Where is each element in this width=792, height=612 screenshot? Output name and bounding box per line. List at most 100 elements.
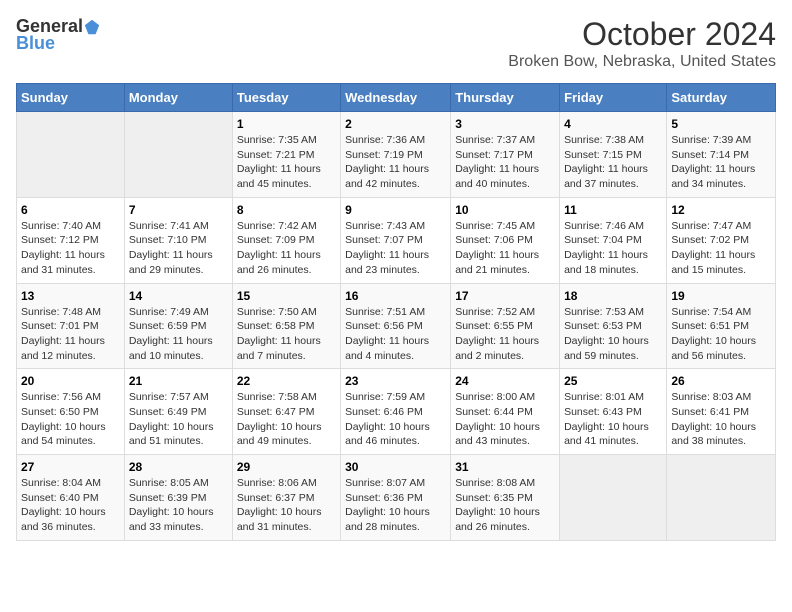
day-number: 31	[455, 460, 555, 474]
day-number: 19	[671, 289, 771, 303]
header-thursday: Thursday	[451, 84, 560, 112]
calendar-cell: 6 Sunrise: 7:40 AMSunset: 7:12 PMDaylight…	[17, 197, 125, 283]
day-number: 2	[345, 117, 446, 131]
day-number: 13	[21, 289, 120, 303]
calendar-cell: 18 Sunrise: 7:53 AMSunset: 6:53 PMDayligh…	[560, 283, 667, 369]
header-saturday: Saturday	[667, 84, 776, 112]
day-info: Sunrise: 7:47 AMSunset: 7:02 PMDaylight:…	[671, 219, 771, 278]
calendar-cell: 9Sunrise: 7:43 AMSunset: 7:07 PMDaylight…	[341, 197, 451, 283]
day-number: 30	[345, 460, 446, 474]
header-wednesday: Wednesday	[341, 84, 451, 112]
logo: General Blue	[16, 16, 101, 54]
calendar-cell: 23 Sunrise: 7:59 AMSunset: 6:46 PMDayligh…	[341, 369, 451, 455]
day-info: Sunrise: 7:37 AMSunset: 7:17 PMDaylight:…	[455, 133, 555, 192]
title-section: October 2024 Broken Bow, Nebraska, Unite…	[508, 16, 776, 71]
day-info: Sunrise: 7:39 AMSunset: 7:14 PMDaylight:…	[671, 133, 771, 192]
day-info: Sunrise: 8:00 AMSunset: 6:44 PMDaylight:…	[455, 390, 555, 449]
calendar-cell: 2Sunrise: 7:36 AMSunset: 7:19 PMDaylight…	[341, 112, 451, 198]
header-friday: Friday	[560, 84, 667, 112]
day-info: Sunrise: 7:49 AMSunset: 6:59 PMDaylight:…	[129, 305, 228, 364]
calendar-cell: 28Sunrise: 8:05 AMSunset: 6:39 PMDayligh…	[124, 455, 232, 541]
calendar-cell: 10 Sunrise: 7:45 AMSunset: 7:06 PMDayligh…	[451, 197, 560, 283]
calendar-cell: 13 Sunrise: 7:48 AMSunset: 7:01 PMDayligh…	[17, 283, 125, 369]
calendar-cell	[560, 455, 667, 541]
calendar-cell: 8 Sunrise: 7:42 AMSunset: 7:09 PMDaylight…	[232, 197, 340, 283]
week-row-4: 27 Sunrise: 8:04 AMSunset: 6:40 PMDayligh…	[17, 455, 776, 541]
day-info: Sunrise: 8:01 AMSunset: 6:43 PMDaylight:…	[564, 390, 662, 449]
day-number: 15	[237, 289, 336, 303]
subtitle: Broken Bow, Nebraska, United States	[508, 53, 776, 71]
day-info: Sunrise: 7:53 AMSunset: 6:53 PMDaylight:…	[564, 305, 662, 364]
day-number: 18	[564, 289, 662, 303]
calendar-cell: 19 Sunrise: 7:54 AMSunset: 6:51 PMDayligh…	[667, 283, 776, 369]
logo-blue-text: Blue	[16, 33, 55, 54]
calendar-cell: 30 Sunrise: 8:07 AMSunset: 6:36 PMDayligh…	[341, 455, 451, 541]
calendar-cell: 14 Sunrise: 7:49 AMSunset: 6:59 PMDayligh…	[124, 283, 232, 369]
header-row: SundayMondayTuesdayWednesdayThursdayFrid…	[17, 84, 776, 112]
day-number: 6	[21, 203, 120, 217]
header-sunday: Sunday	[17, 84, 125, 112]
day-info: Sunrise: 8:06 AMSunset: 6:37 PMDaylight:…	[237, 476, 336, 535]
day-info: Sunrise: 7:54 AMSunset: 6:51 PMDaylight:…	[671, 305, 771, 364]
day-info: Sunrise: 7:43 AMSunset: 7:07 PMDaylight:…	[345, 219, 446, 278]
day-number: 10	[455, 203, 555, 217]
day-info: Sunrise: 8:04 AMSunset: 6:40 PMDaylight:…	[21, 476, 120, 535]
calendar-cell	[124, 112, 232, 198]
day-info: Sunrise: 7:50 AMSunset: 6:58 PMDaylight:…	[237, 305, 336, 364]
day-number: 1	[237, 117, 336, 131]
calendar-header: SundayMondayTuesdayWednesdayThursdayFrid…	[17, 84, 776, 112]
logo-flag-icon	[83, 18, 101, 36]
day-number: 3	[455, 117, 555, 131]
day-number: 20	[21, 374, 120, 388]
day-number: 27	[21, 460, 120, 474]
day-info: Sunrise: 7:42 AMSunset: 7:09 PMDaylight:…	[237, 219, 336, 278]
day-number: 12	[671, 203, 771, 217]
calendar-cell: 16 Sunrise: 7:51 AMSunset: 6:56 PMDayligh…	[341, 283, 451, 369]
day-info: Sunrise: 8:07 AMSunset: 6:36 PMDaylight:…	[345, 476, 446, 535]
day-number: 4	[564, 117, 662, 131]
day-info: Sunrise: 7:41 AMSunset: 7:10 PMDaylight:…	[129, 219, 228, 278]
day-info: Sunrise: 7:38 AMSunset: 7:15 PMDaylight:…	[564, 133, 662, 192]
calendar-cell: 17 Sunrise: 7:52 AMSunset: 6:55 PMDayligh…	[451, 283, 560, 369]
day-info: Sunrise: 7:46 AMSunset: 7:04 PMDaylight:…	[564, 219, 662, 278]
day-number: 22	[237, 374, 336, 388]
day-info: Sunrise: 7:52 AMSunset: 6:55 PMDaylight:…	[455, 305, 555, 364]
day-number: 16	[345, 289, 446, 303]
calendar-cell: 15 Sunrise: 7:50 AMSunset: 6:58 PMDayligh…	[232, 283, 340, 369]
day-number: 29	[237, 460, 336, 474]
calendar-cell: 21Sunrise: 7:57 AMSunset: 6:49 PMDayligh…	[124, 369, 232, 455]
calendar-cell: 12 Sunrise: 7:47 AMSunset: 7:02 PMDayligh…	[667, 197, 776, 283]
calendar-cell: 31Sunrise: 8:08 AMSunset: 6:35 PMDayligh…	[451, 455, 560, 541]
header-monday: Monday	[124, 84, 232, 112]
calendar-body: 1 Sunrise: 7:35 AMSunset: 7:21 PMDaylight…	[17, 112, 776, 541]
calendar-cell: 3 Sunrise: 7:37 AMSunset: 7:17 PMDaylight…	[451, 112, 560, 198]
calendar-cell: 7 Sunrise: 7:41 AMSunset: 7:10 PMDaylight…	[124, 197, 232, 283]
calendar-cell	[17, 112, 125, 198]
day-info: Sunrise: 7:45 AMSunset: 7:06 PMDaylight:…	[455, 219, 555, 278]
day-info: Sunrise: 7:51 AMSunset: 6:56 PMDaylight:…	[345, 305, 446, 364]
calendar-cell: 1 Sunrise: 7:35 AMSunset: 7:21 PMDaylight…	[232, 112, 340, 198]
day-number: 24	[455, 374, 555, 388]
calendar-table: SundayMondayTuesdayWednesdayThursdayFrid…	[16, 83, 776, 541]
day-info: Sunrise: 7:59 AMSunset: 6:46 PMDaylight:…	[345, 390, 446, 449]
day-info: Sunrise: 7:56 AMSunset: 6:50 PMDaylight:…	[21, 390, 120, 449]
day-number: 17	[455, 289, 555, 303]
day-number: 21	[129, 374, 228, 388]
day-number: 8	[237, 203, 336, 217]
calendar-cell: 11 Sunrise: 7:46 AMSunset: 7:04 PMDayligh…	[560, 197, 667, 283]
calendar-cell: 26Sunrise: 8:03 AMSunset: 6:41 PMDayligh…	[667, 369, 776, 455]
day-number: 7	[129, 203, 228, 217]
day-info: Sunrise: 7:48 AMSunset: 7:01 PMDaylight:…	[21, 305, 120, 364]
page-header: General Blue October 2024 Broken Bow, Ne…	[16, 16, 776, 71]
calendar-cell: 5Sunrise: 7:39 AMSunset: 7:14 PMDaylight…	[667, 112, 776, 198]
day-info: Sunrise: 7:35 AMSunset: 7:21 PMDaylight:…	[237, 133, 336, 192]
calendar-cell: 4 Sunrise: 7:38 AMSunset: 7:15 PMDaylight…	[560, 112, 667, 198]
day-number: 11	[564, 203, 662, 217]
day-number: 23	[345, 374, 446, 388]
day-number: 14	[129, 289, 228, 303]
day-info: Sunrise: 7:40 AMSunset: 7:12 PMDaylight:…	[21, 219, 120, 278]
main-title: October 2024	[508, 16, 776, 53]
calendar-cell: 22Sunrise: 7:58 AMSunset: 6:47 PMDayligh…	[232, 369, 340, 455]
week-row-1: 6 Sunrise: 7:40 AMSunset: 7:12 PMDaylight…	[17, 197, 776, 283]
day-number: 26	[671, 374, 771, 388]
